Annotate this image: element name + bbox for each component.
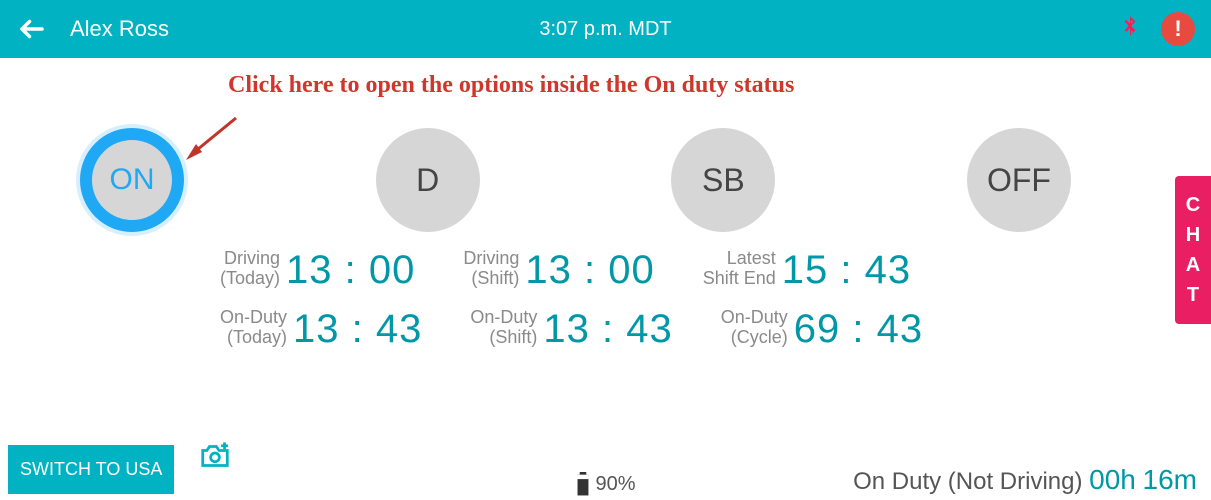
stat-label: Driving(Shift) <box>463 249 519 289</box>
stat-driving-today: Driving(Today) 13 : 00 <box>220 248 415 293</box>
stat-latest-shift-end: LatestShift End 15 : 43 <box>703 248 911 293</box>
status-label: On Duty (Not Driving) <box>853 468 1089 495</box>
status-sleeper-label: SB <box>702 162 745 199</box>
stats-row-2: On-Duty(Today) 13 : 43 On-Duty(Shift) 13… <box>220 307 1211 352</box>
stat-label: On-Duty(Cycle) <box>721 308 788 348</box>
bluetooth-icon[interactable] <box>1117 14 1143 45</box>
header-time: 3:07 p.m. MDT <box>539 18 671 41</box>
switch-country-button[interactable]: SWITCH TO USA <box>8 445 174 494</box>
status-on-button[interactable]: ON <box>80 128 184 232</box>
stat-onduty-shift: On-Duty(Shift) 13 : 43 <box>470 307 672 352</box>
stat-label: Driving(Today) <box>220 249 280 289</box>
stats-section: Driving(Today) 13 : 00 Driving(Shift) 13… <box>0 248 1211 352</box>
stat-onduty-today: On-Duty(Today) 13 : 43 <box>220 307 422 352</box>
status-off-label: OFF <box>987 162 1051 199</box>
status-off-button[interactable]: OFF <box>967 128 1071 232</box>
chat-tab[interactable]: C H A T <box>1175 176 1211 324</box>
current-status-text: On Duty (Not Driving) 00h 16m <box>853 464 1197 496</box>
stats-row-1: Driving(Today) 13 : 00 Driving(Shift) 13… <box>220 248 1211 293</box>
annotation-arrow-icon <box>178 112 248 177</box>
back-icon[interactable] <box>14 11 50 47</box>
header-user-name: Alex Ross <box>70 16 169 42</box>
battery-percent: 90% <box>595 473 635 496</box>
status-driving-label: D <box>416 162 439 199</box>
stat-onduty-cycle: On-Duty(Cycle) 69 : 43 <box>721 307 923 352</box>
status-hours: 00h <box>1089 464 1136 495</box>
stat-value: 13 : 43 <box>293 307 422 352</box>
status-driving-button[interactable]: D <box>376 128 480 232</box>
stat-label: On-Duty(Today) <box>220 308 287 348</box>
header-right-group: ! <box>1117 12 1195 46</box>
app-header: Alex Ross 3:07 p.m. MDT ! <box>0 0 1211 58</box>
status-sleeper-button[interactable]: SB <box>671 128 775 232</box>
footer-left: SWITCH TO USA <box>8 441 232 500</box>
status-on-label: ON <box>110 163 155 197</box>
stat-value: 13 : 00 <box>286 248 415 293</box>
chat-letter: T <box>1187 280 1199 310</box>
stat-value: 69 : 43 <box>794 307 923 352</box>
stat-driving-shift: Driving(Shift) 13 : 00 <box>463 248 654 293</box>
chat-letter: H <box>1186 220 1200 250</box>
alert-symbol: ! <box>1174 16 1181 42</box>
chat-letter: C <box>1186 190 1200 220</box>
stat-value: 13 : 00 <box>525 248 654 293</box>
alert-badge[interactable]: ! <box>1161 12 1195 46</box>
battery-icon <box>575 472 589 496</box>
annotation-text: Click here to open the options inside th… <box>228 72 794 99</box>
stat-label: LatestShift End <box>703 249 776 289</box>
stat-value: 15 : 43 <box>782 248 911 293</box>
stat-value: 13 : 43 <box>543 307 672 352</box>
stat-label: On-Duty(Shift) <box>470 308 537 348</box>
status-minutes: 16m <box>1143 464 1197 495</box>
camera-icon[interactable] <box>198 441 232 476</box>
battery-indicator: 90% <box>575 472 635 496</box>
chat-letter: A <box>1186 250 1200 280</box>
